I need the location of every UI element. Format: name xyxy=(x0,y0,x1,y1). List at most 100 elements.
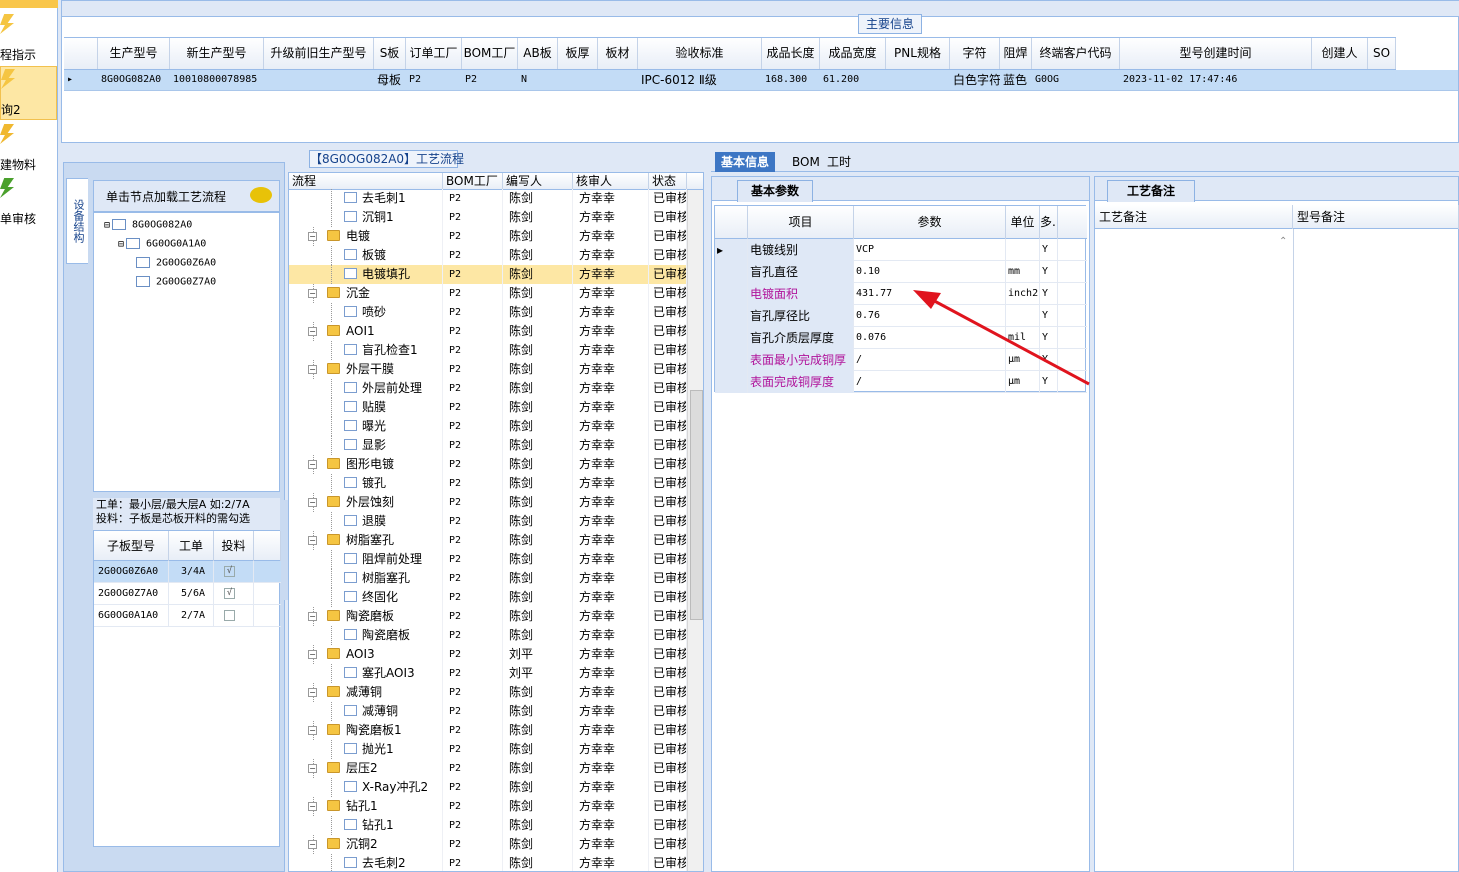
flow-row[interactable]: 树脂塞孔 P2 陈剑 方幸幸 已审核 xyxy=(289,569,687,588)
flow-name-cell[interactable]: 盲孔检查1 xyxy=(289,341,443,360)
main-info-cell[interactable]: 168.300 xyxy=(762,70,820,90)
tree-node[interactable]: 2G0OG0Z6A0 xyxy=(134,257,216,269)
main-info-cell[interactable]: N xyxy=(518,70,558,90)
flow-name-cell[interactable]: 喷砂 xyxy=(289,303,443,322)
flow-row[interactable]: 镀孔 P2 陈剑 方幸幸 已审核 xyxy=(289,474,687,493)
flow-col-header[interactable]: 编写人 xyxy=(503,173,573,190)
flow-name-cell[interactable]: 贴膜 xyxy=(289,398,443,417)
flow-name-cell[interactable]: 电镀填孔 xyxy=(289,265,443,284)
flow-name-cell[interactable]: 树脂塞孔 xyxy=(289,569,443,588)
param-row[interactable]: ▸ 电镀线别 VCP Y xyxy=(715,239,1087,261)
remark-col-header[interactable]: 型号备注 xyxy=(1293,205,1459,229)
flow-row[interactable]: − 图形电镀 P2 陈剑 方幸幸 已审核 xyxy=(289,455,687,474)
flow-name-cell[interactable]: − 陶瓷磨板 xyxy=(289,607,443,626)
flow-row[interactable]: 去毛刺2 P2 陈剑 方幸幸 已审核 xyxy=(289,854,687,871)
flow-name-cell[interactable]: − 沉铜2 xyxy=(289,835,443,854)
param-value[interactable]: VCP xyxy=(854,239,1006,261)
main-info-cell[interactable]: 8G0OG082A0 xyxy=(98,70,170,90)
column-header[interactable]: BOM工厂 xyxy=(462,38,518,69)
flow-scrollbar[interactable] xyxy=(687,190,703,871)
collapse-toggle-icon[interactable]: − xyxy=(308,498,317,507)
right-tab-1[interactable]: BOM xyxy=(786,152,826,172)
collapse-toggle-icon[interactable]: − xyxy=(308,840,317,849)
column-header[interactable]: 验收标准 xyxy=(638,38,762,69)
sub-board-col-header[interactable]: 工单 xyxy=(169,531,214,561)
flow-row[interactable]: − 减薄铜 P2 陈剑 方幸幸 已审核 xyxy=(289,683,687,702)
collapse-toggle-icon[interactable]: − xyxy=(308,764,317,773)
column-header[interactable]: 字符 xyxy=(950,38,1000,69)
flow-name-cell[interactable]: − 电镀 xyxy=(289,227,443,246)
column-header[interactable]: 新生产型号 xyxy=(170,38,264,69)
param-row[interactable]: 盲孔直径 0.10 mm Y xyxy=(715,261,1087,283)
flow-name-cell[interactable]: − 外层蚀刻 xyxy=(289,493,443,512)
flow-col-header[interactable]: 流程 xyxy=(289,173,443,190)
main-info-cell[interactable]: 蓝色 xyxy=(1000,70,1032,90)
nav-item-0[interactable]: 程指示 xyxy=(0,12,57,66)
column-header[interactable]: 板厚 xyxy=(558,38,598,69)
flow-name-cell[interactable]: 陶瓷磨板 xyxy=(289,626,443,645)
flow-name-cell[interactable]: 镀孔 xyxy=(289,474,443,493)
flow-row[interactable]: 曝光 P2 陈剑 方幸幸 已审核 xyxy=(289,417,687,436)
column-header[interactable]: 板材 xyxy=(598,38,638,69)
main-info-cell[interactable]: G0OG xyxy=(1032,70,1120,90)
flow-col-header[interactable]: BOM工厂 xyxy=(443,173,503,190)
flow-row[interactable]: 阻焊前处理 P2 陈剑 方幸幸 已审核 xyxy=(289,550,687,569)
flow-row[interactable]: − 沉金 P2 陈剑 方幸幸 已审核 xyxy=(289,284,687,303)
sub-board-feed[interactable]: √ xyxy=(214,583,254,605)
collapse-toggle-icon[interactable]: − xyxy=(308,365,317,374)
flow-row[interactable]: − 陶瓷磨板1 P2 陈剑 方幸幸 已审核 xyxy=(289,721,687,740)
flow-name-cell[interactable]: 显影 xyxy=(289,436,443,455)
column-header[interactable]: S板 xyxy=(374,38,406,69)
main-info-cell[interactable]: P2 xyxy=(462,70,518,90)
flow-row[interactable]: − 树脂塞孔 P2 陈剑 方幸幸 已审核 xyxy=(289,531,687,550)
flow-scroll-thumb[interactable] xyxy=(690,390,703,620)
tab-process-remarks[interactable]: 工艺备注 xyxy=(1107,180,1195,202)
collapse-toggle-icon[interactable]: − xyxy=(308,289,317,298)
flow-name-cell[interactable]: 曝光 xyxy=(289,417,443,436)
flow-row[interactable]: − 陶瓷磨板 P2 陈剑 方幸幸 已审核 xyxy=(289,607,687,626)
flow-row[interactable]: − AOI1 P2 陈剑 方幸幸 已审核 xyxy=(289,322,687,341)
flow-row[interactable]: 去毛刺1 P2 陈剑 方幸幸 已审核 xyxy=(289,189,687,208)
main-info-cell[interactable] xyxy=(598,70,638,90)
flow-name-cell[interactable]: 钻孔1 xyxy=(289,816,443,835)
flow-name-cell[interactable]: − 图形电镀 xyxy=(289,455,443,474)
column-header[interactable]: SO xyxy=(1368,38,1396,69)
tree-side-tab[interactable]: 设备结构 xyxy=(66,178,88,264)
tree-node[interactable]: 2G0OG0Z7A0 xyxy=(134,276,216,288)
tree-node[interactable]: ⊟ 8G0OG082A0 xyxy=(104,219,192,231)
feed-checkbox[interactable]: √ xyxy=(224,587,235,599)
flow-row[interactable]: 钻孔1 P2 陈剑 方幸幸 已审核 xyxy=(289,816,687,835)
param-col-header[interactable]: 单位 xyxy=(1006,206,1040,239)
flow-name-cell[interactable]: 退膜 xyxy=(289,512,443,531)
flow-row[interactable]: 外层前处理 P2 陈剑 方幸幸 已审核 xyxy=(289,379,687,398)
right-tab-2[interactable]: 工时 xyxy=(821,152,857,172)
flow-name-cell[interactable]: − 树脂塞孔 xyxy=(289,531,443,550)
main-info-cell[interactable] xyxy=(558,70,598,90)
sub-board-col-header[interactable]: 子板型号 xyxy=(94,531,169,561)
flow-col-header[interactable]: 状态 xyxy=(649,173,687,190)
sub-board-row[interactable]: 2G0OG0Z7A0 5/6A √ xyxy=(94,583,281,605)
collapse-toggle-icon[interactable]: − xyxy=(308,460,317,469)
main-info-cell[interactable] xyxy=(264,70,374,90)
flow-row[interactable]: − AOI3 P2 刘平 方幸幸 已审核 xyxy=(289,645,687,664)
flow-row[interactable]: 抛光1 P2 陈剑 方幸幸 已审核 xyxy=(289,740,687,759)
column-header[interactable]: 成品长度 xyxy=(762,38,820,69)
param-col-header[interactable]: 参数 xyxy=(854,206,1006,239)
column-header[interactable]: 阻焊 xyxy=(1000,38,1032,69)
flow-name-cell[interactable]: 抛光1 xyxy=(289,740,443,759)
flow-row[interactable]: X-Ray冲孔2 P2 陈剑 方幸幸 已审核 xyxy=(289,778,687,797)
flow-name-cell[interactable]: − AOI3 xyxy=(289,645,443,664)
flow-row[interactable]: − 外层蚀刻 P2 陈剑 方幸幸 已审核 xyxy=(289,493,687,512)
flow-name-cell[interactable]: 外层前处理 xyxy=(289,379,443,398)
flow-name-cell[interactable]: − 沉金 xyxy=(289,284,443,303)
collapse-toggle-icon[interactable]: − xyxy=(308,688,317,697)
nav-item-2[interactable]: 建物料 xyxy=(0,122,57,176)
flow-name-cell[interactable]: − 钻孔1 xyxy=(289,797,443,816)
flow-name-cell[interactable]: 终固化 xyxy=(289,588,443,607)
flow-row[interactable]: 减薄铜 P2 陈剑 方幸幸 已审核 xyxy=(289,702,687,721)
right-tab-0[interactable]: 基本信息 xyxy=(715,152,776,172)
collapse-toggle-icon[interactable]: − xyxy=(308,802,317,811)
column-header[interactable]: 升级前旧生产型号 xyxy=(264,38,374,69)
flow-row[interactable]: − 层压2 P2 陈剑 方幸幸 已审核 xyxy=(289,759,687,778)
param-col-header[interactable]: 项目 xyxy=(748,206,854,239)
